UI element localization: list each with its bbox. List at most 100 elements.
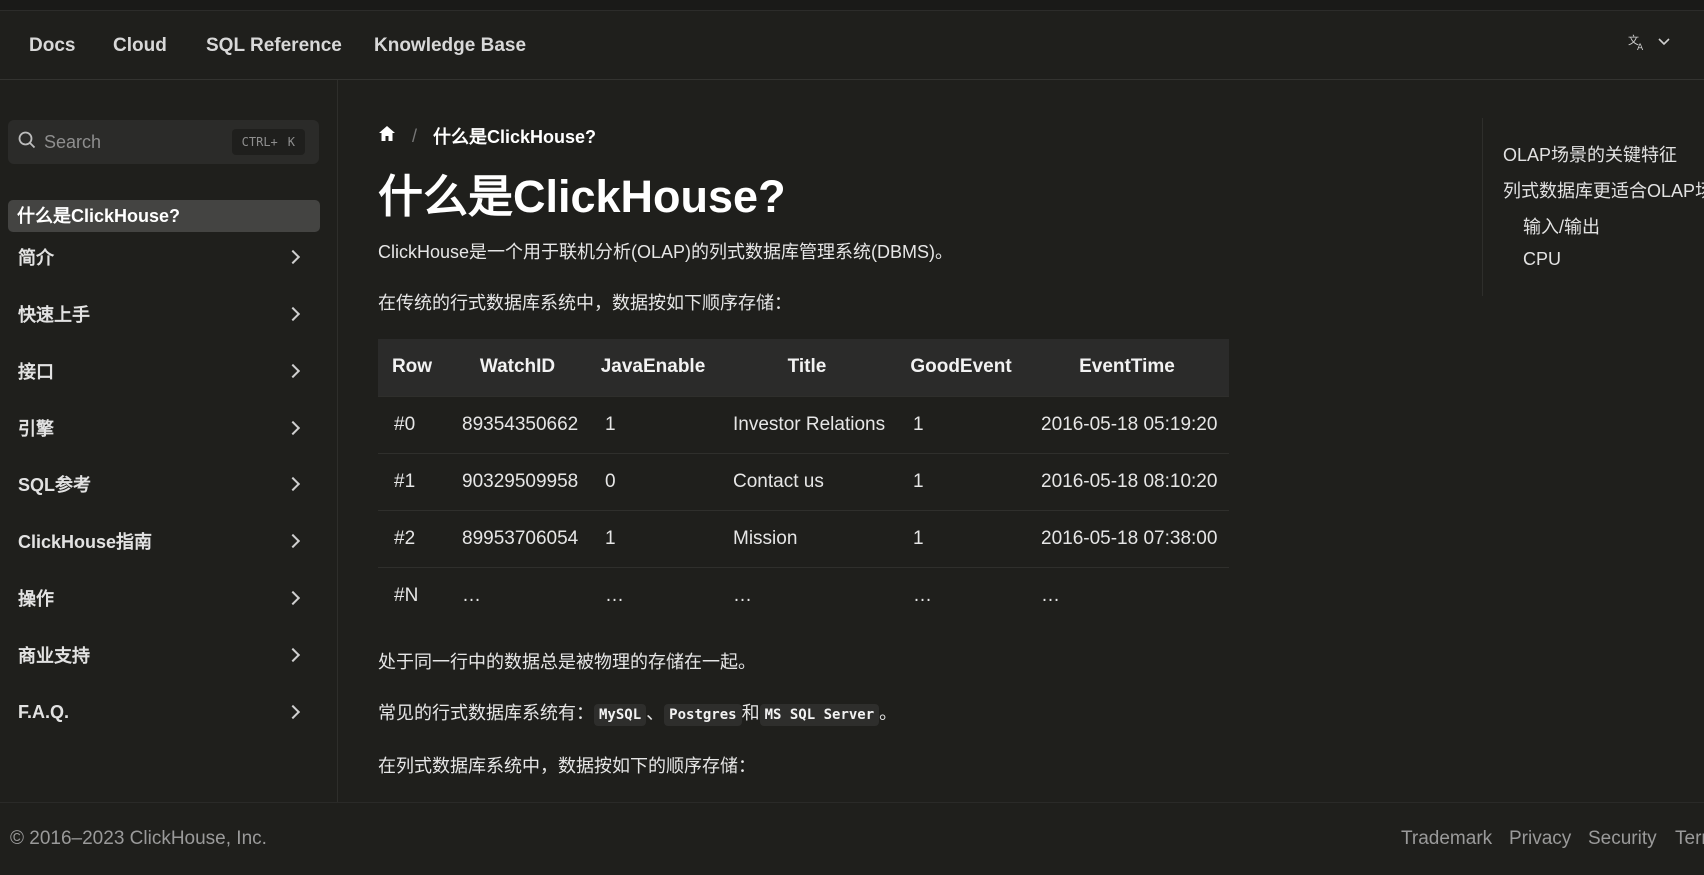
top-navigation: Docs Cloud SQL Reference Knowledge Base … <box>0 11 1704 80</box>
postgres-code: Postgres <box>664 704 742 726</box>
shortcut-modifier: CTRL+ <box>241 135 278 149</box>
col-store-intro: 在列式数据库系统中，数据按如下的顺序存储： <box>378 756 756 776</box>
table-cell: … <box>717 566 897 624</box>
table-cell: Mission <box>717 509 897 567</box>
table-cell: Contact us <box>717 452 897 510</box>
footer-privacy-link[interactable]: Privacy <box>1509 828 1571 850</box>
table-cell: … <box>897 566 1025 624</box>
column-header: JavaEnable <box>589 339 717 396</box>
column-header: Title <box>717 339 897 396</box>
nav-knowledge-base-link[interactable]: Knowledge Base <box>374 35 526 57</box>
mysql-code: MySQL <box>594 704 647 726</box>
table-cell: … <box>589 566 717 624</box>
nav-docs-link[interactable]: Docs <box>29 35 75 57</box>
table-cell: 89354350662 <box>446 395 589 453</box>
table-cell: #1 <box>378 452 446 510</box>
common-row-dbs-paragraph: 常见的行式数据库系统有： MySQL、 Postgres 和 MS SQL Server… <box>378 699 898 726</box>
table-cell: 1 <box>589 509 717 567</box>
sidebar-item-faq[interactable]: F.A.Q. <box>0 692 320 732</box>
nav-sql-reference-link[interactable]: SQL Reference <box>206 35 342 57</box>
home-icon[interactable] <box>378 125 396 147</box>
footer: © 2016–2023 ClickHouse, Inc. Trademark P… <box>0 802 1704 875</box>
chevron-right-icon <box>285 420 301 436</box>
breadcrumb-current: 什么是ClickHouse? <box>433 127 597 147</box>
table-row: #0 89354350662 1 Investor Relations 1 20… <box>378 395 1229 453</box>
top-strip <box>0 0 1704 11</box>
sidebar-item-support[interactable]: 商业支持 <box>0 635 320 675</box>
footer-security-link[interactable]: Security <box>1588 828 1657 850</box>
svg-text:A: A <box>1637 43 1644 51</box>
toc-link-columnar-olap[interactable]: 列式数据库更适合OLAP场 <box>1503 177 1704 203</box>
table-cell: 2016-05-18 08:10:20 <box>1025 452 1229 510</box>
table-cell: #0 <box>378 395 446 453</box>
search-placeholder: Search <box>44 131 102 152</box>
breadcrumb-separator: / <box>412 125 418 146</box>
footer-trademark-link[interactable]: Trademark <box>1401 828 1492 850</box>
and-text: 和 <box>741 703 760 723</box>
chevron-right-icon <box>285 704 301 720</box>
period-text: 。 <box>879 703 898 723</box>
sidebar-item-label: SQL参考 <box>18 475 92 495</box>
sidebar-item-label: 快速上手 <box>18 305 90 325</box>
sidebar-item-label: 操作 <box>18 589 54 609</box>
nav-cloud-link[interactable]: Cloud <box>113 35 167 57</box>
toc-link-cpu[interactable]: CPU <box>1523 249 1561 270</box>
copyright-text: © 2016–2023 ClickHouse, Inc. <box>10 828 267 849</box>
chevron-right-icon <box>285 306 301 322</box>
table-cell: 1 <box>897 452 1025 510</box>
sidebar-item-introduction[interactable]: 简介 <box>0 237 320 277</box>
table-cell: … <box>1025 566 1229 624</box>
chevron-right-icon <box>285 476 301 492</box>
sidebar-item-sql-reference[interactable]: SQL参考 <box>0 464 320 504</box>
language-selector[interactable]: 文A <box>1628 33 1670 51</box>
common-prefix-text: 常见的行式数据库系统有： <box>378 703 594 723</box>
toc-link-olap-features[interactable]: OLAP场景的关键特征 <box>1503 141 1677 167</box>
mssql-code: MS SQL Server <box>759 704 880 726</box>
footer-terms-link[interactable]: Term <box>1675 828 1704 850</box>
row-note-paragraph: 处于同一行中的数据总是被物理的存储在一起。 <box>378 652 756 672</box>
sidebar-item-label: 接口 <box>18 362 54 382</box>
translate-icon: 文A <box>1628 33 1646 51</box>
search-shortcut: CTRL+ K <box>231 129 305 155</box>
sidebar-item-label: 引擎 <box>18 419 54 439</box>
table-cell: 0 <box>589 452 717 510</box>
chevron-right-icon <box>285 363 301 379</box>
toc-link-io[interactable]: 输入/输出 <box>1523 213 1600 239</box>
table-cell: … <box>446 566 589 624</box>
column-header: WatchID <box>446 339 589 396</box>
sidebar-item-label: ClickHouse指南 <box>18 532 153 552</box>
sidebar-item-engines[interactable]: 引擎 <box>0 408 320 448</box>
chevron-right-icon <box>285 249 301 265</box>
sidebar: Search CTRL+ K 什么是ClickHouse? 简介 快速上手 接口… <box>0 80 338 802</box>
column-header: GoodEvent <box>897 339 1025 396</box>
separator-text: 、 <box>646 703 665 723</box>
table-cell: #2 <box>378 509 446 567</box>
chevron-right-icon <box>285 533 301 549</box>
sidebar-item-label: 简介 <box>18 248 54 268</box>
table-cell: Investor Relations <box>717 395 897 453</box>
row-store-table: Row WatchID JavaEnable Title GoodEvent E… <box>378 339 1229 624</box>
table-cell: 1 <box>897 395 1025 453</box>
column-header: EventTime <box>1025 339 1229 396</box>
sidebar-item-interfaces[interactable]: 接口 <box>0 351 320 391</box>
chevron-right-icon <box>285 590 301 606</box>
table-of-contents: OLAP场景的关键特征 列式数据库更适合OLAP场 输入/输出 CPU <box>1482 118 1704 296</box>
sidebar-item-guides[interactable]: ClickHouse指南 <box>0 521 320 561</box>
intro-paragraph: ClickHouse是一个用于联机分析(OLAP)的列式数据库管理系统(DBMS… <box>378 242 954 262</box>
sidebar-item-quick-start[interactable]: 快速上手 <box>0 294 320 334</box>
chevron-down-icon <box>1658 38 1670 46</box>
breadcrumb: / 什么是ClickHouse? <box>378 123 596 149</box>
sidebar-item-what-is-clickhouse[interactable]: 什么是ClickHouse? <box>8 200 320 232</box>
table-cell: 1 <box>589 395 717 453</box>
table-header-row: Row WatchID JavaEnable Title GoodEvent E… <box>378 339 1229 396</box>
main-content: / 什么是ClickHouse? 什么是ClickHouse? ClickHou… <box>378 80 1478 802</box>
table-cell: #N <box>378 566 446 624</box>
table-cell: 1 <box>897 509 1025 567</box>
table-row: #1 90329509958 0 Contact us 1 2016-05-18… <box>378 452 1229 510</box>
table-row: #N … … … … … <box>378 566 1229 624</box>
table-cell: 2016-05-18 07:38:00 <box>1025 509 1229 567</box>
sidebar-item-operations[interactable]: 操作 <box>0 578 320 618</box>
column-header: Row <box>378 339 446 396</box>
search-input[interactable]: Search CTRL+ K <box>8 120 319 164</box>
table-row: #2 89953706054 1 Mission 1 2016-05-18 07… <box>378 509 1229 567</box>
